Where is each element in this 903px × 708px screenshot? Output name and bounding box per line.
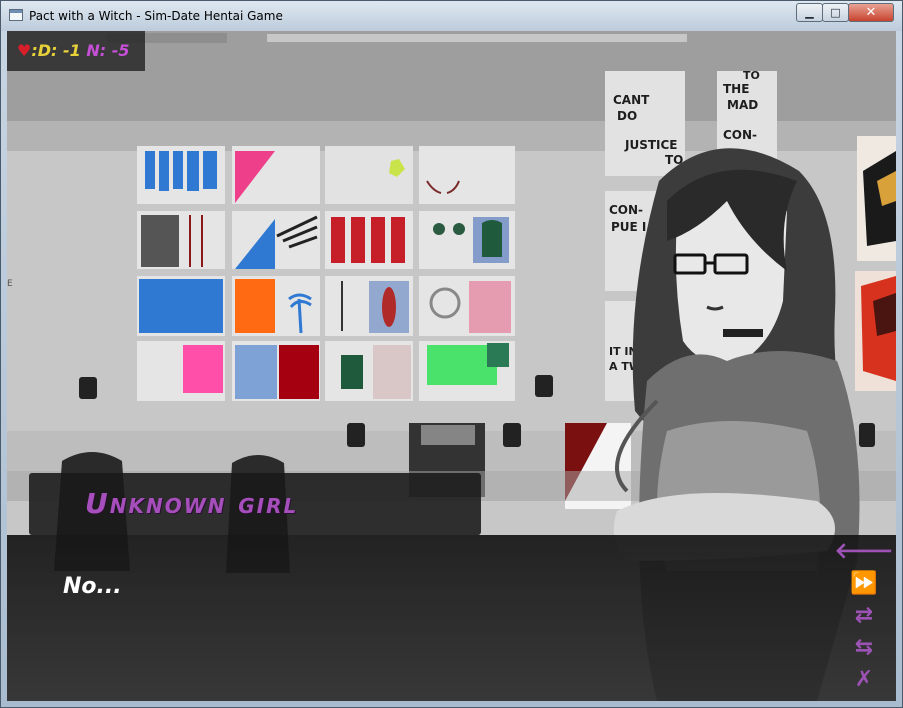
app-window-icon [9,9,23,21]
dialogue-text: No... [63,574,122,599]
dialogue-box[interactable]: No... [7,535,896,701]
stats-readout: ♥:D: -1 N: -5 [17,41,129,60]
svg-text:E: E [7,279,13,289]
svg-text:JUSTICE: JUSTICE [624,138,678,152]
save-icon[interactable]: ⇄ [847,602,881,628]
game-window: Pact with a Witch - Sim-Date Hentai Game… [0,0,903,708]
maximize-button[interactable]: □ [822,3,849,22]
close-button[interactable]: ✕ [848,3,894,22]
heart-icon: ♥ [17,41,32,60]
back-arrow-icon[interactable]: 🡐 [835,538,894,564]
stats-hud: ♥:D: -1 N: -5 [7,31,145,71]
d-stat: :D: -1 [31,41,81,60]
svg-text:CANT: CANT [613,93,650,107]
svg-text:MAD: MAD [727,98,758,112]
svg-text:CON-: CON- [609,203,643,217]
svg-text:TO: TO [743,69,760,82]
minimize-button[interactable]: ▁ [796,3,823,22]
speaker-name: Unknown girl [85,487,299,520]
title-bar[interactable]: Pact with a Witch - Sim-Date Hentai Game… [1,1,902,31]
skip-icon[interactable]: ⏩ [847,570,881,596]
svg-text:CON-: CON- [723,128,757,142]
settings-icon[interactable]: ✗ [847,666,881,692]
n-stat: N: -5 [86,41,130,60]
load-icon[interactable]: ⇆ [847,634,881,660]
speaker-name-box: Unknown girl [29,473,481,535]
svg-text:PUE I: PUE I [611,220,646,234]
game-viewport[interactable]: E CANT DO JUSTICE TO TO THE MAD CON- CON… [7,31,896,701]
window-title: Pact with a Witch - Sim-Date Hentai Game [29,9,283,23]
window-controls: ▁ □ ✕ [796,3,894,22]
svg-text:THE: THE [723,82,749,96]
svg-text:DO: DO [617,109,637,123]
quick-menu: 🡐 ⏩ ⇄ ⇆ ✗ [833,535,896,701]
